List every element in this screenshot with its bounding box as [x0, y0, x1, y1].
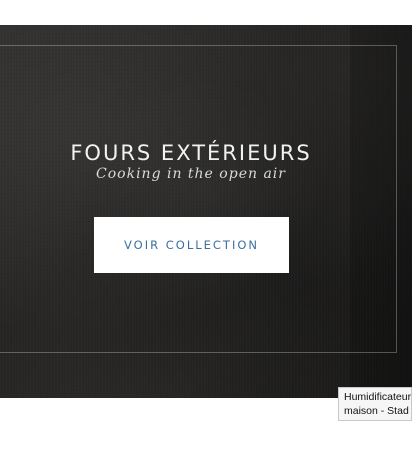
hero-frame-border	[0, 45, 397, 353]
tooltip-line-1: Humidificateur	[344, 391, 412, 403]
hero-title: FOURS EXTÉRIEURS	[70, 141, 312, 166]
tooltip-line-2: maison - Stad	[344, 405, 409, 417]
link-tooltip: Humidificateur maison - Stad	[338, 387, 412, 421]
hero-subtitle: Cooking in the open air	[96, 166, 286, 182]
hero-banner	[0, 25, 412, 398]
page: FOURS EXTÉRIEURS Cooking in the open air…	[0, 0, 412, 449]
view-collection-button[interactable]: VOIR COLLECTION	[94, 217, 289, 273]
